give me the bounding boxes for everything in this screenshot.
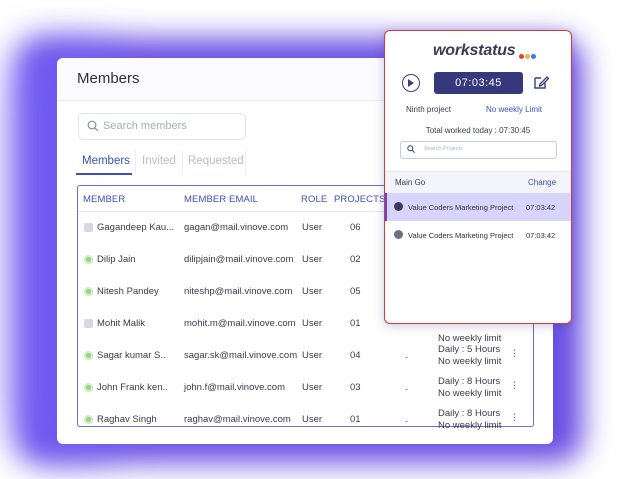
member-projects: 01 xyxy=(350,318,361,329)
online-status-icon xyxy=(84,383,93,392)
status-icon xyxy=(84,223,93,232)
daily-limit-text: Daily : 8 Hours xyxy=(438,376,501,387)
member-role: User xyxy=(302,222,323,233)
page-title: Members xyxy=(77,70,140,87)
tab-requested[interactable]: Requested xyxy=(188,155,244,167)
member-email: dilipjain@mail.vinove.com xyxy=(184,254,294,265)
member-email: raghav@mail.vinove.com xyxy=(184,414,291,425)
project-name: Value Coders Marketing Project xyxy=(408,203,514,212)
row-menu-icon[interactable]: ⋮ xyxy=(510,348,519,359)
member-name: Dilip Jain xyxy=(97,254,136,265)
empty-value-dash: - xyxy=(405,384,408,394)
weekly-limit-text: No weekly limit xyxy=(438,420,502,431)
member-role: User xyxy=(302,414,323,425)
search-projects-input[interactable]: Search Projects xyxy=(400,141,557,159)
search-projects-placeholder: Search Projects xyxy=(424,146,463,152)
active-tab-indicator xyxy=(76,173,132,175)
project-name: Value Coders Marketing Project xyxy=(408,231,514,240)
column-header-member[interactable]: MEMBER xyxy=(83,194,125,205)
logo-dot-red xyxy=(519,54,524,59)
column-header-role[interactable]: ROLE xyxy=(301,194,327,205)
project-time: 07:03:42 xyxy=(526,203,556,212)
play-button[interactable] xyxy=(402,74,420,92)
play-icon[interactable] xyxy=(394,230,403,239)
member-name: Gagandeep Kau... xyxy=(97,222,175,233)
online-status-icon xyxy=(84,287,93,296)
member-name: Nitesh Pandey xyxy=(97,286,159,297)
section-title: Main Go xyxy=(395,178,426,187)
member-projects: 06 xyxy=(350,222,361,233)
row-menu-icon[interactable]: ⋮ xyxy=(510,412,519,423)
column-header-email[interactable]: MEMBER EMAIL xyxy=(184,194,258,205)
column-header-projects[interactable]: PROJECTS xyxy=(334,194,385,205)
member-role: User xyxy=(302,254,323,265)
member-role: User xyxy=(302,318,323,329)
project-time: 07:03:42 xyxy=(526,231,556,240)
project-section-header: Main Go Change xyxy=(385,171,571,194)
project-item-active[interactable]: Value Coders Marketing Project 07:03:42 xyxy=(385,193,571,221)
member-name: Mohit Malik xyxy=(97,318,146,329)
member-email: niteshp@mail.vinove.com xyxy=(184,286,293,297)
tab-divider xyxy=(245,150,246,174)
logo-dot-blue xyxy=(531,54,536,59)
member-role: User xyxy=(302,286,323,297)
total-worked-today: Total worked today : 07:30:45 xyxy=(425,126,531,135)
tab-invited[interactable]: Invited xyxy=(142,155,176,167)
workstatus-timer-widget: workstatus 07:03:45 Ninth project No wee… xyxy=(384,30,572,324)
online-status-icon xyxy=(84,415,93,424)
weekly-limit-text: No weekly limit xyxy=(438,388,502,399)
timer-display: 07:03:45 xyxy=(434,72,523,94)
member-role: User xyxy=(302,382,323,393)
tab-divider xyxy=(135,150,136,174)
member-email: sagar.sk@mail.vinove.com xyxy=(184,350,298,361)
daily-limit-text: Daily : 8 Hours xyxy=(438,408,501,419)
edit-icon[interactable] xyxy=(533,74,549,90)
weekly-limit-link[interactable]: No weekly Limit xyxy=(486,105,542,114)
table-row[interactable]: Sagar kumar S.. sagar.sk@mail.vinove.com… xyxy=(78,340,533,372)
member-email: mohit.m@mail.vinove.com xyxy=(184,318,296,329)
table-row[interactable]: Raghav Singh raghav@mail.vinove.com User… xyxy=(78,404,533,436)
member-name: Sagar kumar S.. xyxy=(97,350,166,361)
member-projects: 05 xyxy=(350,286,361,297)
online-status-icon xyxy=(84,351,93,360)
table-row[interactable]: John Frank ken.. john.f@mail.vinove.com … xyxy=(78,372,533,404)
row-menu-icon[interactable]: ⋮ xyxy=(510,380,519,391)
member-name: Raghav Singh xyxy=(97,414,157,425)
member-projects: 04 xyxy=(350,350,361,361)
member-projects: 01 xyxy=(350,414,361,425)
empty-value-dash: - xyxy=(405,352,408,362)
project-item[interactable]: Value Coders Marketing Project 07:03:42 xyxy=(385,221,571,249)
empty-value-dash: - xyxy=(405,416,408,426)
tab-divider xyxy=(182,150,183,174)
member-name: John Frank ken.. xyxy=(97,382,168,393)
search-icon xyxy=(87,120,99,132)
search-members-input[interactable]: Search members xyxy=(78,113,246,140)
change-link[interactable]: Change xyxy=(528,178,556,187)
search-placeholder: Search members xyxy=(103,120,187,132)
workstatus-logo: workstatus xyxy=(433,42,516,59)
search-icon xyxy=(407,145,415,153)
status-icon xyxy=(84,319,93,328)
member-projects: 02 xyxy=(350,254,361,265)
member-email: john.f@mail.vinove.com xyxy=(184,382,285,393)
weekly-limit-text: No weekly limit xyxy=(438,356,502,367)
member-email: gagan@mail.vinove.com xyxy=(184,222,289,233)
online-status-icon xyxy=(84,255,93,264)
current-project-label: Ninth project xyxy=(406,105,451,114)
tab-members[interactable]: Members xyxy=(82,155,130,167)
member-role: User xyxy=(302,350,323,361)
member-projects: 03 xyxy=(350,382,361,393)
logo-dot-yellow xyxy=(525,54,530,59)
stop-icon[interactable] xyxy=(394,202,403,211)
daily-limit-text: Daily : 5 Hours xyxy=(438,344,501,355)
